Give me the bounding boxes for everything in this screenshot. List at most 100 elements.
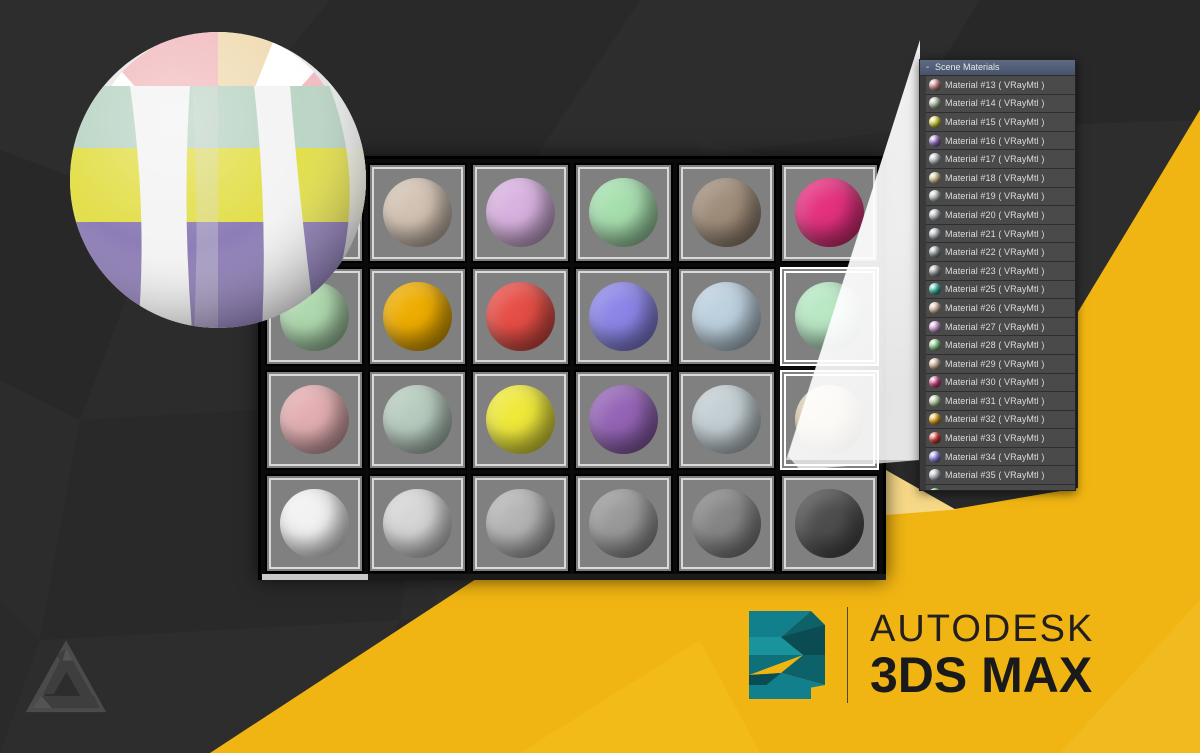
- scene-material-row[interactable]: Material #23 ( VRayMtl ): [926, 261, 1075, 281]
- scene-material-label: Material #15 ( VRayMtl ): [945, 116, 1045, 127]
- material-slot[interactable]: [265, 473, 364, 573]
- scene-material-label: Material #29 ( VRayMtl ): [945, 358, 1045, 369]
- scene-material-label: Material #25 ( VRayMtl ): [945, 284, 1045, 295]
- material-slot-sphere: [486, 178, 555, 248]
- scene-material-label: Material #18 ( VRayMtl ): [945, 172, 1045, 183]
- material-slot-sphere: [383, 281, 452, 351]
- material-slot[interactable]: [574, 473, 673, 573]
- scene-material-label: Material #13 ( VRayMtl ): [945, 79, 1045, 90]
- scene-material-row[interactable]: Material #31 ( VRayMtl ): [926, 392, 1075, 411]
- material-slot[interactable]: [574, 163, 673, 263]
- scene-material-label: Material #27 ( VRayMtl ): [945, 321, 1045, 332]
- material-grid-scrollbar[interactable]: [262, 574, 886, 580]
- scene-material-row[interactable]: Material #17 ( VRayMtl ): [926, 150, 1075, 169]
- material-slot-sphere: [589, 281, 658, 351]
- material-slot-sphere: [692, 385, 761, 455]
- material-slot[interactable]: [677, 163, 776, 263]
- material-slot[interactable]: [780, 370, 879, 470]
- scene-material-label: Material #21 ( VRayMtl ): [945, 228, 1045, 239]
- collapse-icon[interactable]: -: [924, 62, 931, 73]
- scene-material-row[interactable]: Material #13 ( VRayMtl ): [926, 76, 1075, 95]
- material-slot-sphere: [280, 488, 349, 558]
- material-slot-sphere: [486, 488, 555, 558]
- scene-material-row[interactable]: Material #35 ( VRayMtl ): [926, 466, 1075, 486]
- scene-material-label: Material #32 ( VRayMtl ): [945, 414, 1045, 425]
- scene-materials-header[interactable]: - Scene Materials: [920, 60, 1075, 76]
- scene-material-row[interactable]: Material #15 ( VRayMtl ): [926, 113, 1075, 132]
- material-slot[interactable]: [368, 370, 467, 470]
- material-swatch-icon: [929, 227, 941, 240]
- logo-product-text: 3DS MAX: [870, 647, 1093, 703]
- material-slot[interactable]: [471, 163, 570, 263]
- material-swatch-icon: [929, 376, 941, 389]
- scene-material-row[interactable]: Material #25 ( VRayMtl ): [926, 280, 1075, 300]
- material-slot[interactable]: [574, 370, 673, 470]
- material-swatch-icon: [929, 394, 941, 407]
- penrose-triangle-icon: [22, 636, 110, 724]
- material-swatch-icon: [929, 264, 941, 277]
- material-slot[interactable]: [471, 266, 570, 366]
- material-slot-sphere: [795, 488, 864, 558]
- material-swatch-icon: [929, 339, 941, 352]
- material-swatch-icon: [929, 171, 941, 184]
- scene-material-row[interactable]: Material #34 ( VRayMtl ): [926, 447, 1075, 467]
- material-slot[interactable]: [677, 370, 776, 470]
- logo-divider: [847, 607, 848, 703]
- scene-material-label: Material #17 ( VRayMtl ): [945, 154, 1045, 165]
- scene-material-label: Material #23 ( VRayMtl ): [945, 265, 1045, 276]
- material-slot-sphere: [383, 178, 452, 248]
- scene-material-row[interactable]: Material #33 ( VRayMtl ): [926, 429, 1075, 448]
- material-slot-sphere: [589, 385, 658, 455]
- material-slot-sphere: [280, 385, 349, 455]
- material-slot[interactable]: [780, 163, 879, 263]
- material-slot[interactable]: [574, 266, 673, 366]
- scene-material-label: Material #34 ( VRayMtl ): [945, 451, 1045, 462]
- scene-material-label: Material #35 ( VRayMtl ): [945, 470, 1045, 481]
- material-slot-sphere: [795, 385, 864, 455]
- scene-material-label: Material #22 ( VRayMtl ): [945, 247, 1045, 258]
- scene-material-row[interactable]: Material #32 ( VRayMtl ): [926, 410, 1075, 430]
- scene-material-row[interactable]: Material #30 ( VRayMtl ): [926, 373, 1075, 393]
- material-slot-sphere: [692, 281, 761, 351]
- material-slot-sphere: [589, 488, 658, 558]
- scene-material-row[interactable]: Material #19 ( VRayMtl ): [926, 187, 1075, 207]
- scene-material-row[interactable]: Material #21 ( VRayMtl ): [926, 224, 1075, 244]
- scene-material-row[interactable]: Material #29 ( VRayMtl ): [926, 354, 1075, 374]
- material-swatch-icon: [929, 469, 941, 482]
- material-slot[interactable]: [677, 473, 776, 573]
- scene-material-label: Material #36 ( VRayMtl ): [945, 489, 1044, 490]
- material-slot[interactable]: [780, 266, 879, 366]
- material-swatch-icon: [929, 153, 941, 166]
- scene-material-row[interactable]: Material #28 ( VRayMtl ): [926, 336, 1075, 355]
- scene-materials-title: Scene Materials: [935, 62, 1000, 72]
- material-swatch-icon: [929, 246, 941, 259]
- screenshot-canvas: - Scene Materials Material #13 ( VRayMtl…: [0, 0, 1200, 753]
- scene-materials-list[interactable]: Material #13 ( VRayMtl ) Material #14 ( V…: [920, 76, 1075, 490]
- scene-material-row[interactable]: Material #36 ( VRayMtl ): [926, 485, 1075, 490]
- material-swatch-icon: [929, 320, 941, 333]
- material-slot[interactable]: [265, 370, 364, 470]
- scene-material-row[interactable]: Material #18 ( VRayMtl ): [926, 168, 1075, 188]
- material-slot[interactable]: [471, 473, 570, 573]
- material-slot[interactable]: [368, 473, 467, 573]
- material-slot-sphere: [486, 385, 555, 455]
- material-slot[interactable]: [780, 473, 879, 573]
- scene-material-label: Material #33 ( VRayMtl ): [945, 433, 1045, 444]
- scene-material-row[interactable]: Material #26 ( VRayMtl ): [926, 299, 1075, 318]
- material-slot[interactable]: [368, 163, 467, 263]
- autodesk-3ds-max-logo: AUTODESK 3DS MAX: [733, 603, 1094, 707]
- scene-materials-panel[interactable]: - Scene Materials Material #13 ( VRayMtl…: [919, 59, 1076, 491]
- scene-material-row[interactable]: Material #14 ( VRayMtl ): [926, 94, 1075, 114]
- material-swatch-icon: [929, 413, 941, 426]
- material-slot[interactable]: [471, 370, 570, 470]
- scene-material-row[interactable]: Material #22 ( VRayMtl ): [926, 243, 1075, 262]
- material-slot[interactable]: [677, 266, 776, 366]
- scene-material-row[interactable]: Material #20 ( VRayMtl ): [926, 206, 1075, 225]
- material-slot-sphere: [383, 385, 452, 455]
- scene-material-row[interactable]: Material #16 ( VRayMtl ): [926, 131, 1075, 151]
- material-slot-sphere: [795, 281, 864, 351]
- scene-material-row[interactable]: Material #27 ( VRayMtl ): [926, 317, 1075, 337]
- material-slot[interactable]: [368, 266, 467, 366]
- scene-material-label: Material #14 ( VRayMtl ): [945, 98, 1045, 109]
- material-swatch-icon: [929, 97, 941, 110]
